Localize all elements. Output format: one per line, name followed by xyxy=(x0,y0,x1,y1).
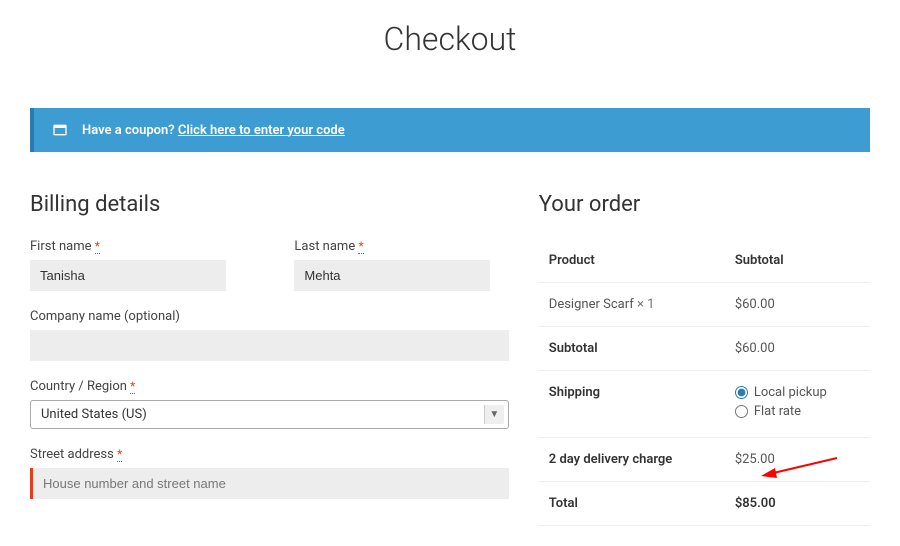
page-title: Checkout xyxy=(0,0,900,108)
coupon-banner[interactable]: Have a coupon? Click here to enter your … xyxy=(30,108,870,152)
billing-heading: Billing details xyxy=(30,192,509,217)
coupon-text-wrap: Have a coupon? Click here to enter your … xyxy=(82,123,345,138)
fee-label: 2 day delivery charge xyxy=(539,438,725,482)
col-product: Product xyxy=(539,239,725,283)
first-name-input[interactable] xyxy=(30,260,226,291)
coupon-icon xyxy=(52,122,68,138)
country-select[interactable]: United States (US) ▼ xyxy=(30,400,509,429)
item-name: Designer Scarf xyxy=(549,297,634,312)
order-section: Your order Product Subtotal Designer Sca… xyxy=(539,192,870,526)
item-qty: × 1 xyxy=(637,297,654,312)
required-indicator: * xyxy=(358,239,363,254)
street-label: Street address * xyxy=(30,447,509,462)
shipping-radio-flat-rate[interactable] xyxy=(735,405,748,418)
total-label: Total xyxy=(539,482,725,526)
total-value: $85.00 xyxy=(725,482,870,526)
table-row: Subtotal $60.00 xyxy=(539,327,870,371)
required-indicator: * xyxy=(130,379,135,394)
first-name-label: First name * xyxy=(30,239,244,254)
subtotal-label: Subtotal xyxy=(539,327,725,371)
required-indicator: * xyxy=(95,239,100,254)
last-name-input[interactable] xyxy=(294,260,490,291)
table-row: 2 day delivery charge $25.00 xyxy=(539,438,870,482)
fee-value: $25.00 xyxy=(725,438,870,482)
country-selected-value: United States (US) xyxy=(41,407,147,422)
shipping-label: Shipping xyxy=(539,371,725,438)
chevron-down-icon: ▼ xyxy=(484,405,504,424)
company-input[interactable] xyxy=(30,330,509,361)
shipping-option-flat-rate[interactable]: Flat rate xyxy=(735,404,860,419)
coupon-link[interactable]: Click here to enter your code xyxy=(178,123,345,138)
shipping-radio-local-pickup[interactable] xyxy=(735,386,748,399)
table-row: Total $85.00 xyxy=(539,482,870,526)
company-label: Company name (optional) xyxy=(30,309,509,324)
table-row: Shipping Local pickup Flat rate xyxy=(539,371,870,438)
coupon-prompt: Have a coupon? xyxy=(82,123,175,138)
order-table: Product Subtotal Designer Scarf × 1 $60.… xyxy=(539,239,870,526)
table-row: Designer Scarf × 1 $60.00 xyxy=(539,283,870,327)
item-subtotal: $60.00 xyxy=(725,283,870,327)
required-indicator: * xyxy=(117,447,122,462)
billing-section: Billing details First name * Last name * xyxy=(30,192,509,526)
col-subtotal: Subtotal xyxy=(725,239,870,283)
street-input[interactable] xyxy=(30,468,509,499)
country-label: Country / Region * xyxy=(30,379,509,394)
shipping-option-local-pickup[interactable]: Local pickup xyxy=(735,385,860,400)
order-heading: Your order xyxy=(539,192,870,217)
subtotal-value: $60.00 xyxy=(725,327,870,371)
last-name-label: Last name * xyxy=(294,239,508,254)
